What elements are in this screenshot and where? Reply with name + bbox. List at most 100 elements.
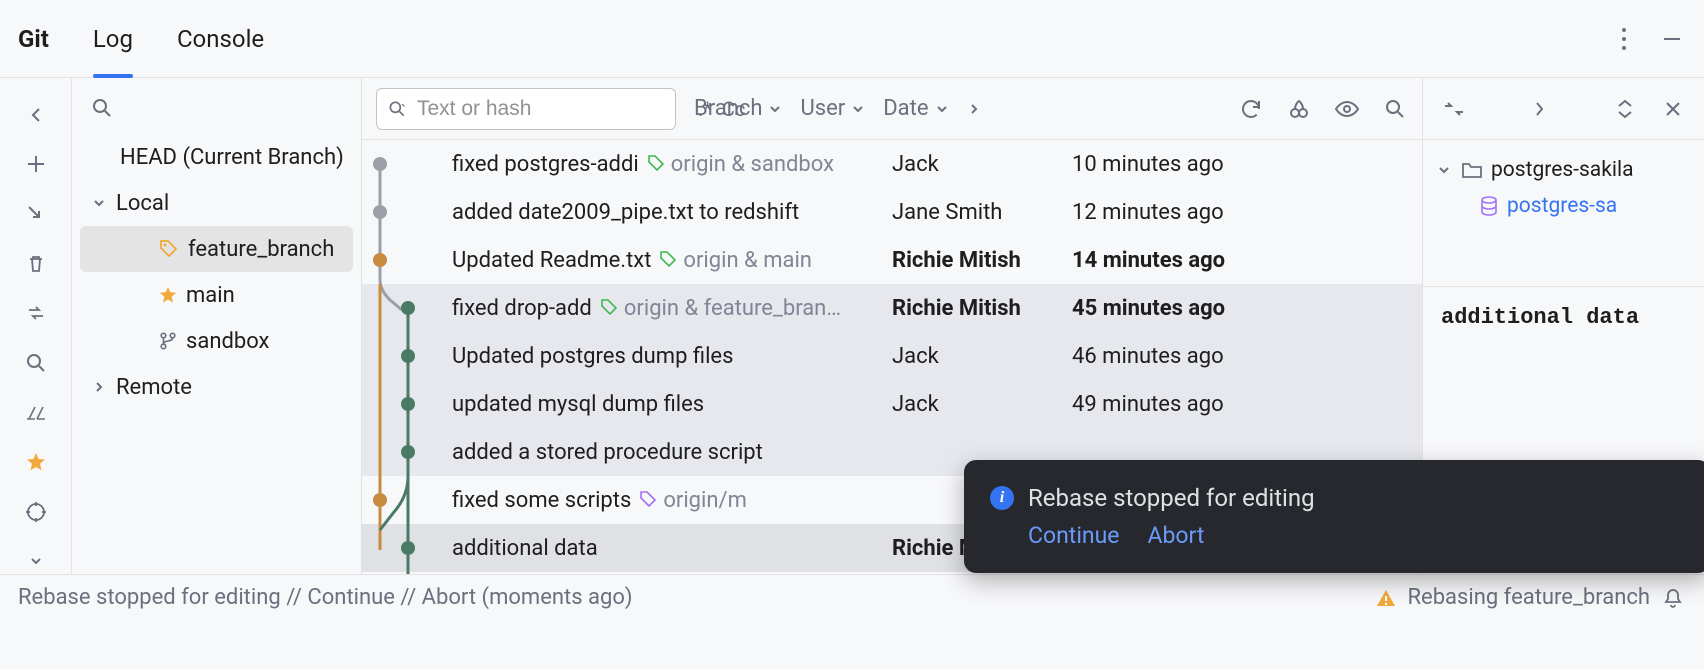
file-label: postgres-sa	[1507, 194, 1617, 218]
commit-subject: fixed postgres-addi	[452, 152, 639, 177]
collapse-icon[interactable]	[1612, 96, 1638, 122]
tab-log[interactable]: Log	[71, 0, 155, 78]
commit-search[interactable]: .* Cc	[376, 88, 676, 130]
filter-date[interactable]: Date	[883, 96, 948, 121]
warning-icon	[1375, 587, 1397, 609]
header-tabs: Git Log Console	[18, 0, 286, 78]
file-item[interactable]: postgres-sa	[1423, 188, 1704, 224]
folder-icon	[1461, 159, 1483, 181]
commit-subject: Updated postgres dump files	[452, 344, 733, 369]
folder-item[interactable]: postgres-sakila	[1423, 152, 1704, 188]
remote-label: Remote	[116, 375, 192, 400]
bell-icon[interactable]	[1660, 585, 1686, 611]
head-item[interactable]: HEAD (Current Branch)	[72, 134, 361, 180]
commit-refs: origin & feature_bran…	[600, 296, 841, 321]
status-message: Rebase stopped for editing // Continue /…	[18, 585, 633, 610]
changed-files: postgres-sakila postgres-sa	[1423, 140, 1704, 236]
commit-date: 14 minutes ago	[1072, 248, 1422, 273]
commit-date: 45 minutes ago	[1072, 296, 1422, 321]
branches-sidebar: HEAD (Current Branch) Local feature_bran…	[72, 78, 362, 574]
commit-author: Richie Mitish	[892, 296, 1072, 321]
status-bar: Rebase stopped for editing // Continue /…	[0, 574, 1704, 620]
tab-git[interactable]: Git	[18, 0, 71, 78]
filter-branch[interactable]: Branch	[694, 96, 782, 121]
commit-row[interactable]: fixed postgres-addiorigin & sandboxJack1…	[362, 140, 1422, 188]
branch-main[interactable]: main	[72, 272, 361, 318]
commit-refs: origin & main	[659, 248, 812, 273]
more-filters[interactable]	[967, 102, 981, 116]
tab-console[interactable]: Console	[155, 0, 286, 78]
search-icon[interactable]	[22, 350, 50, 376]
plus-icon[interactable]	[22, 152, 50, 178]
chevron-down-icon	[935, 102, 949, 116]
compare-icon[interactable]	[22, 400, 50, 426]
star-icon	[158, 285, 178, 305]
commit-row[interactable]: fixed drop-add origin & feature_bran… Rich…	[362, 284, 1422, 332]
expand-icon[interactable]	[22, 548, 50, 574]
commit-refs: origin & sandbox	[647, 152, 834, 177]
commit-author: Jane Smith	[892, 200, 1072, 225]
branch-icon	[158, 331, 178, 351]
toast-abort[interactable]: Abort	[1147, 522, 1204, 549]
local-group[interactable]: Local	[72, 180, 361, 226]
commit-refs: origin/m	[639, 488, 747, 513]
commit-row[interactable]: Updated Readme.txtorigin & mainRichie Mi…	[362, 236, 1422, 284]
chevron-down-icon	[90, 196, 108, 210]
forward-icon[interactable]	[1527, 96, 1553, 122]
title-bar: Git Log Console	[0, 0, 1704, 78]
chevron-down-icon	[768, 102, 782, 116]
find-icon[interactable]	[1382, 96, 1408, 122]
commit-date: 49 minutes ago	[1072, 392, 1422, 417]
search-input[interactable]	[417, 97, 688, 121]
commit-subject: added date2009_pipe.txt to redshift	[452, 200, 799, 225]
branch-feature[interactable]: feature_branch	[80, 226, 353, 272]
toast-title: Rebase stopped for editing	[1028, 484, 1315, 512]
shrink-icon[interactable]	[1441, 96, 1467, 122]
commit-row[interactable]: Updated postgres dump files Jack46 minute…	[362, 332, 1422, 380]
cherry-pick-icon[interactable]	[1286, 96, 1312, 122]
chevron-down-icon	[1435, 163, 1453, 177]
more-icon[interactable]	[1610, 25, 1638, 53]
branch-label: sandbox	[186, 329, 269, 354]
search-icon	[387, 99, 407, 119]
commit-row[interactable]: updated mysql dump files Jack49 minutes a…	[362, 380, 1422, 428]
filter-bar: .* Cc Branch User Date	[362, 78, 1422, 140]
commit-subject: updated mysql dump files	[452, 392, 704, 417]
back-icon[interactable]	[22, 102, 50, 128]
toast-continue[interactable]: Continue	[1028, 522, 1119, 549]
head-label: HEAD (Current Branch)	[120, 145, 344, 170]
commit-date: 46 minutes ago	[1072, 344, 1422, 369]
commit-subject: added a stored procedure script	[452, 440, 763, 465]
tool-iconbar	[0, 78, 72, 574]
chevron-down-icon	[851, 102, 865, 116]
commit-date: 12 minutes ago	[1072, 200, 1422, 225]
branch-label: main	[186, 283, 235, 308]
commit-author: Jack	[892, 392, 1072, 417]
branch-sandbox[interactable]: sandbox	[72, 318, 361, 364]
filter-user[interactable]: User	[800, 96, 865, 121]
target-icon[interactable]	[22, 499, 50, 525]
star-icon[interactable]	[22, 449, 50, 475]
incoming-icon[interactable]	[22, 201, 50, 227]
swap-icon[interactable]	[22, 300, 50, 326]
commit-row[interactable]: added date2009_pipe.txt to redshift Jane …	[362, 188, 1422, 236]
info-icon: i	[990, 486, 1014, 510]
commit-detail-title: additional data	[1423, 287, 1704, 348]
details-toolbar	[1423, 78, 1704, 140]
commit-subject: fixed some scripts	[452, 488, 631, 513]
database-icon	[1479, 196, 1499, 216]
sidebar-search[interactable]	[72, 96, 361, 134]
commit-author: Jack	[892, 344, 1072, 369]
rebasing-label: Rebasing feature_branch	[1407, 585, 1650, 610]
notification-toast: i Rebase stopped for editing Continue Ab…	[964, 460, 1704, 573]
eye-icon[interactable]	[1334, 96, 1360, 122]
trash-icon[interactable]	[22, 251, 50, 277]
refresh-icon[interactable]	[1238, 96, 1264, 122]
remote-group[interactable]: Remote	[72, 364, 361, 410]
minimize-icon[interactable]	[1658, 25, 1686, 53]
close-icon[interactable]	[1660, 96, 1686, 122]
tag-icon	[158, 238, 180, 260]
local-label: Local	[116, 191, 169, 216]
commit-subject: fixed drop-add	[452, 296, 592, 321]
chevron-right-icon	[90, 380, 108, 394]
